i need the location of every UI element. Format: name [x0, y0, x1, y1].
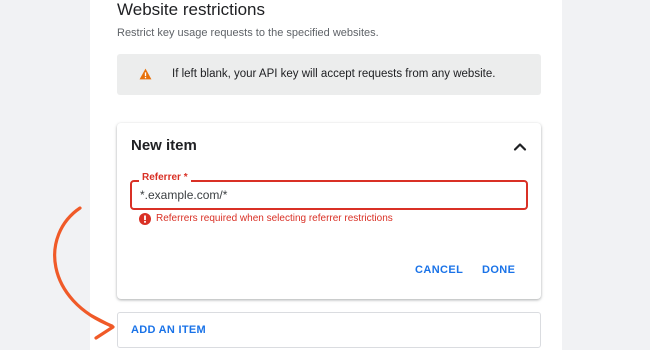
- referrer-field[interactable]: Referrer *: [130, 172, 528, 210]
- warning-banner: If left blank, your API key will accept …: [117, 54, 541, 95]
- section-description: Restrict key usage requests to the speci…: [117, 27, 379, 39]
- add-item-label: ADD AN ITEM: [131, 324, 206, 336]
- error-circle-icon: [139, 213, 151, 225]
- warning-text: If left blank, your API key will accept …: [172, 68, 496, 80]
- error-text: Referrers required when selecting referr…: [156, 213, 393, 224]
- add-item-button[interactable]: ADD AN ITEM: [117, 312, 541, 348]
- chevron-up-icon: [513, 143, 527, 151]
- collapse-button[interactable]: [511, 138, 529, 156]
- cancel-button[interactable]: CANCEL: [415, 264, 463, 276]
- warning-triangle-icon: [139, 68, 152, 80]
- card-title: New item: [131, 137, 197, 154]
- section-title: Website restrictions: [117, 0, 266, 19]
- referrer-field-label: Referrer *: [139, 172, 191, 183]
- new-item-card: New item Referrer * Referrers required w…: [117, 123, 541, 299]
- referrer-input[interactable]: [140, 185, 510, 205]
- done-button[interactable]: DONE: [482, 264, 515, 276]
